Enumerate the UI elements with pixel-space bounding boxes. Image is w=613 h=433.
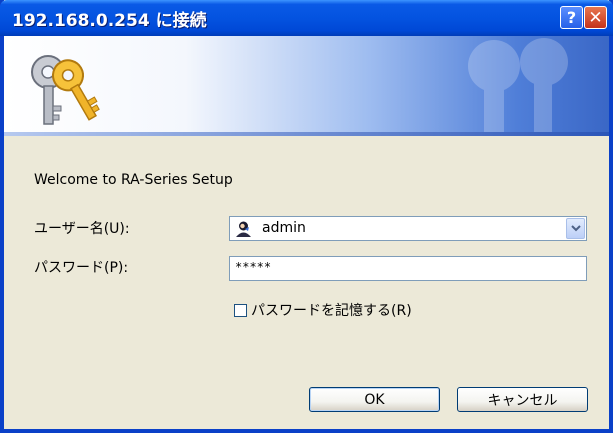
window-title: 192.168.0.254 に接続 (12, 11, 207, 31)
username-label: ユーザー名(U): (34, 221, 130, 237)
remember-password-option[interactable]: パスワードを記憶する(R) (234, 300, 412, 320)
login-dialog: 192.168.0.254 に接続 ? ✕ Welcome to RA-Seri… (0, 0, 613, 433)
remember-password-checkbox[interactable] (234, 303, 247, 317)
chevron-down-icon (570, 225, 581, 232)
username-value: admin (262, 220, 306, 236)
user-icon (236, 221, 251, 237)
help-button[interactable]: ? (560, 6, 583, 29)
dropdown-button[interactable] (566, 218, 585, 239)
keys-icon (31, 55, 100, 125)
password-label: パスワード(P): (34, 260, 129, 276)
password-field[interactable]: ***** (229, 256, 587, 281)
title-bar[interactable]: 192.168.0.254 に接続 ? ✕ (0, 0, 613, 36)
banner-stripe (4, 132, 609, 136)
close-button[interactable]: ✕ (584, 6, 607, 29)
cancel-button[interactable]: キャンセル (457, 387, 588, 412)
keys-watermark-icon (468, 38, 568, 136)
remember-password-label: パスワードを記憶する(R) (251, 303, 412, 319)
ok-button[interactable]: OK (309, 387, 440, 412)
username-combobox[interactable]: admin (229, 216, 587, 241)
welcome-message: Welcome to RA-Series Setup (34, 172, 233, 188)
header-banner (4, 36, 609, 136)
